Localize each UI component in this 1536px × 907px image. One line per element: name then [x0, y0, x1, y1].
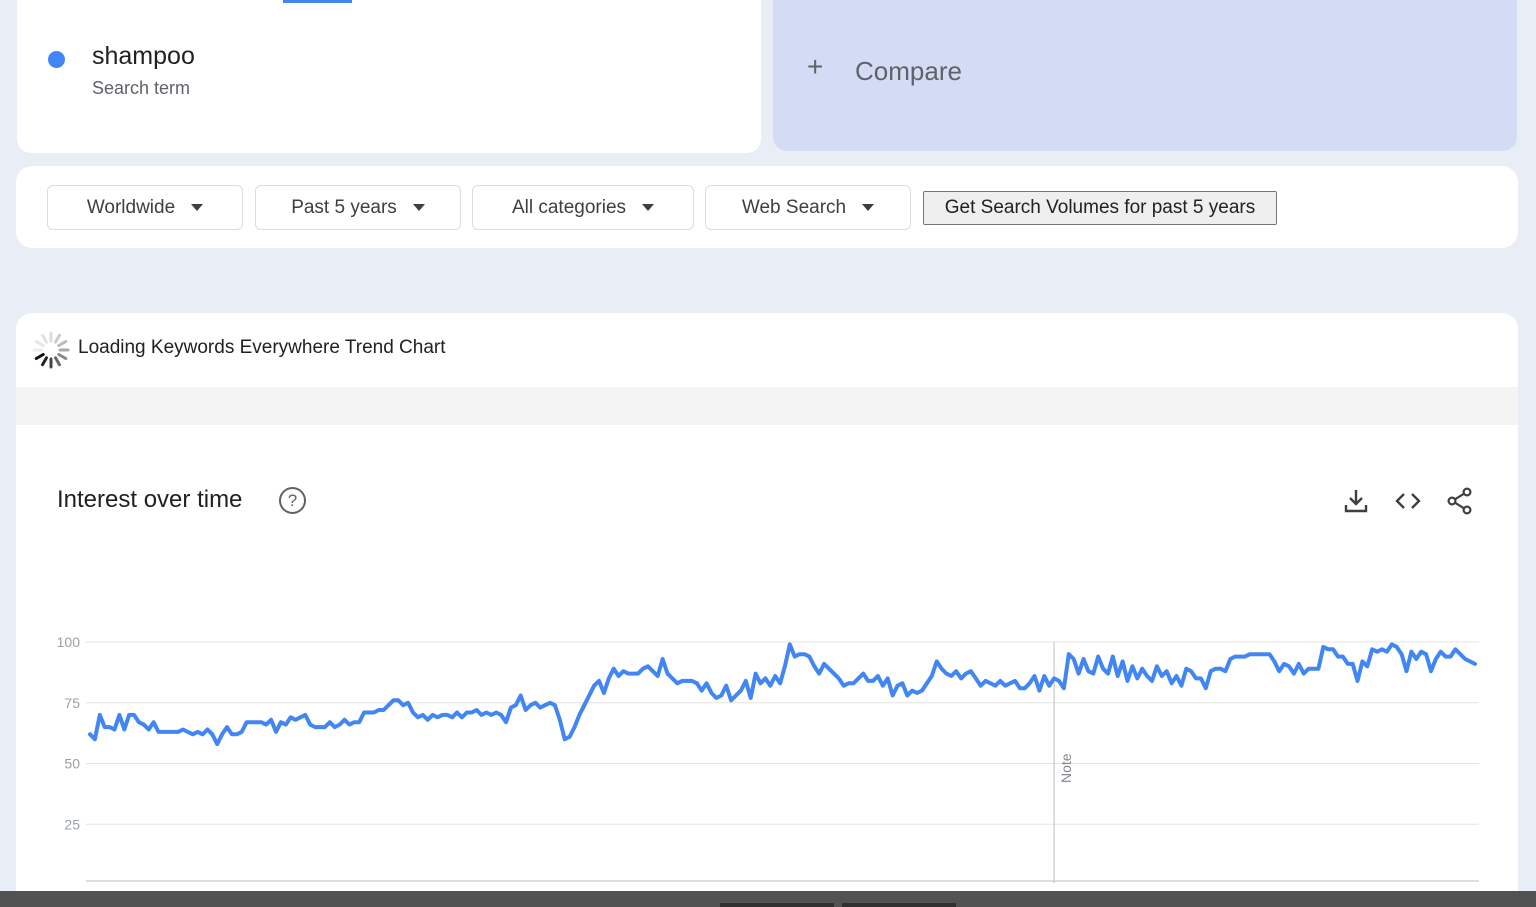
y-tick-label: 100 [57, 634, 81, 650]
loading-spinner-icon [32, 331, 70, 369]
search-type-dropdown[interactable]: Web Search [705, 185, 911, 230]
keywords-everywhere-panel: Loading Keywords Everywhere Trend Chart [16, 313, 1518, 387]
region-filter-label: Worldwide [86, 196, 176, 218]
compare-label: Compare [855, 56, 962, 86]
caret-down-icon [412, 204, 425, 211]
category-label: All categories [511, 196, 627, 218]
compare-button[interactable]: + Compare [773, 0, 1517, 151]
search-type-label: Web Search [741, 196, 847, 218]
keywords-everywhere-placeholder [16, 387, 1518, 425]
y-tick-label: 25 [64, 816, 80, 832]
caret-down-icon [642, 204, 655, 211]
search-term-type: Search term [92, 78, 191, 98]
y-tick-label: 75 [64, 695, 80, 711]
caret-down-icon [191, 204, 204, 211]
get-search-volumes-button[interactable]: Get Search Volumes for past 5 years [923, 191, 1277, 225]
caret-down-icon [862, 204, 875, 211]
interest-chart[interactable]: 25 50 75 100 Note [16, 425, 1518, 895]
bottom-bar-segment [720, 903, 834, 907]
filter-bar: Worldwide Past 5 years All categories We… [16, 166, 1518, 248]
search-term-name[interactable]: shampoo [92, 42, 195, 71]
y-axis-ticks: 25 50 75 100 [57, 634, 81, 832]
region-filter-dropdown[interactable]: Worldwide [47, 185, 243, 230]
plus-icon: + [807, 51, 824, 82]
active-tab-indicator [283, 0, 352, 3]
y-tick-label: 50 [64, 756, 80, 772]
keywords-everywhere-loading-label: Loading Keywords Everywhere Trend Chart [78, 337, 446, 358]
search-term-card[interactable]: shampoo Search term [17, 0, 761, 153]
series-color-dot [48, 51, 65, 68]
note-annotation: Note [1058, 753, 1074, 783]
interest-over-time-card: Interest over time ? 25 50 75 100 Note [16, 425, 1518, 895]
category-dropdown[interactable]: All categories [472, 185, 694, 230]
window-bottom-bar [0, 891, 1536, 907]
series-line-shampoo [88, 642, 1477, 747]
bottom-bar-segment [842, 903, 956, 907]
time-range-label: Past 5 years [291, 196, 397, 218]
time-range-dropdown[interactable]: Past 5 years [255, 185, 461, 230]
